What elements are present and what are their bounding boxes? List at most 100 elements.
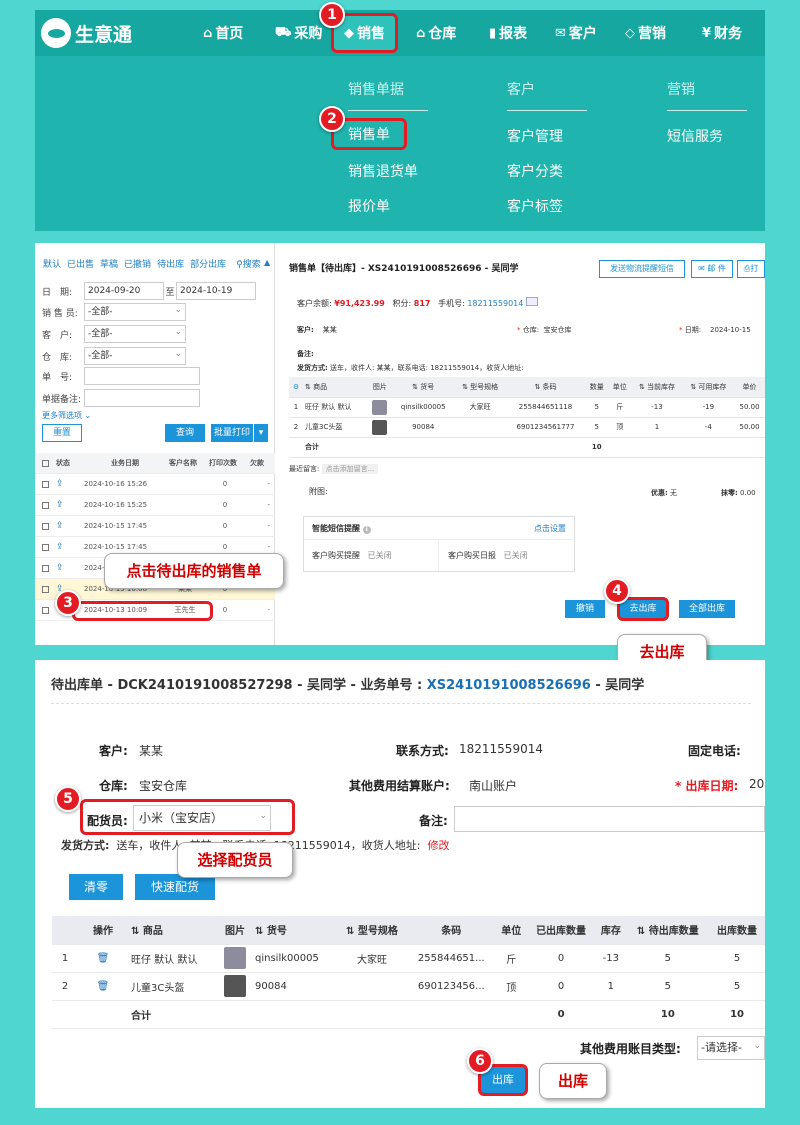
revoke-button[interactable]: 撤销 (565, 600, 605, 618)
list-item[interactable]: ⇪ 2024-10-16 15:25 0 - (35, 495, 275, 516)
menu-item-sms-service[interactable]: 短信服务 (667, 126, 723, 146)
menu-item-quotation[interactable]: 报价单 (348, 196, 390, 216)
customer-value: 某某 (139, 744, 164, 758)
menu-item-customer-manage[interactable]: 客户管理 (507, 126, 563, 146)
note-input[interactable] (84, 389, 200, 407)
delete-icon[interactable]: 🗑 (97, 953, 110, 964)
share-icon: ⇪ (56, 500, 64, 510)
outbound-items-table: 操作 ⇅ 商品 图片 ⇅ 货号 ⇅ 型号规格 条码 单位 已出库数量 库存 ⇅ 待出库数量 出库数量… (52, 916, 765, 1029)
more-filters-link[interactable]: 更多筛选项 ⌄ (42, 410, 91, 421)
table-row: 1 🗑 旺仔 默认 默认 qinsilk00005 大家旺 255844651... 斤 0-… (52, 944, 765, 973)
yen-icon: ¥ (702, 25, 712, 41)
divider (507, 110, 587, 111)
delete-icon[interactable]: 🗑 (97, 981, 110, 992)
row-print-count: 0 (222, 543, 228, 551)
send-sms-button[interactable]: 发送物流提醒短信 (599, 260, 685, 278)
sms-reminder-box: 智能短信提醒 i 点击设置 客户购买提醒 已关闭 客户购买日报 已关闭 (303, 516, 575, 572)
all-outbound-button[interactable]: 全部出库 (679, 600, 735, 618)
tag-outline-icon: ◇ (625, 25, 635, 41)
tab-draft[interactable]: 草稿 (100, 257, 118, 270)
query-button[interactable]: 查询 (165, 424, 205, 442)
tab-partial-out[interactable]: 部分出库 (190, 257, 226, 270)
ship-info: 送车，收件人: 某某，联系电话: 18211559014，收货人地址: (330, 364, 524, 372)
order-no-label: 单 号: (42, 372, 73, 383)
product-image (224, 975, 246, 997)
tab-default[interactable]: 默认 (43, 257, 61, 270)
outbound-title: 待出库单 - DCK2410191008527298 - 吴同学 - 业务单号 … (51, 678, 645, 693)
menu-item-customer-tag[interactable]: 客户标签 (507, 196, 563, 216)
order-title: 销售单【待出库】- XS2410191008526696 - 吴同学 (289, 264, 519, 274)
menu-col-header-customer: 客户 (507, 82, 535, 98)
edit-ship-link[interactable]: 修改 (428, 839, 450, 852)
note-input[interactable] (454, 806, 765, 832)
message-input[interactable]: 点击添加留言... (321, 464, 379, 474)
seller-select[interactable]: -全部- (84, 302, 186, 321)
search-link[interactable]: ⚲搜索 (236, 257, 261, 270)
mail-button[interactable]: ✉ 邮 件 (691, 260, 733, 278)
nav-home[interactable]: ⌂ 首页 (203, 10, 243, 56)
sms-setting-link[interactable]: 点击设置 (534, 523, 566, 534)
tag-icon: ◆ (344, 25, 354, 41)
product-image (372, 419, 388, 435)
collapse-icon[interactable]: ▲ (264, 258, 270, 267)
row-debt: - (267, 543, 270, 551)
menu-item-sales-return[interactable]: 销售退货单 (348, 161, 418, 181)
select-all-checkbox[interactable] (42, 459, 49, 467)
row-debt: - (267, 522, 270, 530)
nav-finance[interactable]: ¥ 财务 (702, 10, 742, 56)
list-header: 状态 业务日期 客户名称 打印次数 欠款 (35, 453, 275, 474)
cart-icon: ⛟ (275, 24, 292, 40)
customer-select[interactable]: -全部- (84, 324, 186, 343)
nav-warehouse[interactable]: ⌂ 仓库 (416, 10, 456, 56)
nav-marketing[interactable]: ◇ 营销 (625, 10, 666, 56)
order-no-input[interactable] (84, 367, 200, 385)
row-checkbox[interactable] (42, 522, 49, 530)
nav-purchase[interactable]: ⛟ 采购 (275, 10, 322, 56)
step-badge-6: 6 (467, 1048, 493, 1074)
row-debt: - (267, 606, 270, 614)
row-checkbox[interactable] (42, 480, 49, 488)
warehouse-label: 仓 库: (42, 352, 73, 363)
step-badge-2: 2 (319, 106, 345, 132)
warehouse-select[interactable]: -全部- (84, 346, 186, 365)
reset-button[interactable]: 重置 (42, 424, 82, 442)
fee-type-select[interactable]: -请选择- (697, 1035, 765, 1060)
batch-print-button[interactable]: 批量打印 (211, 424, 253, 442)
print-button[interactable]: ⎙打 (737, 260, 765, 278)
status-tabs: 默认 已出售 草稿 已撤销 待出库 部分出库 ⚲搜索 (43, 257, 261, 270)
list-item[interactable]: ⇪ 2024-10-16 15:26 0 - (35, 474, 275, 495)
step-badge-1: 1 (319, 2, 345, 28)
outbound-date-value: 20 (749, 777, 765, 791)
date-from-input[interactable]: 2024-09-20 (84, 282, 164, 300)
menu-item-customer-category[interactable]: 客户分类 (507, 161, 563, 181)
logo: 生意通 (41, 18, 132, 48)
gear-icon[interactable]: ⚙ (289, 377, 303, 398)
note-label: 单据备注: (42, 394, 82, 405)
date-to-input[interactable]: 2024-10-19 (176, 282, 256, 300)
row-checkbox[interactable] (42, 564, 49, 572)
business-no-link[interactable]: XS2410191008526696 (427, 678, 591, 693)
nav-report[interactable]: ▮ 报表 (489, 10, 527, 56)
nav-customer[interactable]: ✉ 客户 (555, 10, 597, 56)
row-checkbox[interactable] (42, 606, 49, 614)
row-checkbox[interactable] (42, 543, 49, 551)
row-checkbox[interactable] (42, 585, 49, 593)
clear-button[interactable]: 清零 (69, 874, 123, 900)
list-item[interactable]: ⇪ 2024-10-15 17:45 0 - (35, 516, 275, 537)
row-print-count: 0 (222, 522, 228, 530)
logo-icon (41, 18, 71, 48)
help-icon: i (362, 526, 371, 534)
note-label: 备注: (297, 350, 314, 358)
row-checkbox[interactable] (42, 501, 49, 509)
points: 817 (413, 299, 431, 308)
tab-revoked[interactable]: 已撤销 (124, 257, 151, 270)
batch-print-dropdown[interactable]: ▾ (254, 424, 268, 442)
tab-pending-out[interactable]: 待出库 (157, 257, 184, 270)
row-date: 2024-10-16 15:25 (84, 501, 148, 509)
product-image (372, 399, 388, 415)
table-row: 2 🗑 儿童3C头盔 90084 690123456... 顶 0 1 5 5 (52, 972, 765, 1001)
picker-select[interactable]: 小米（宝安店） (133, 804, 271, 831)
tab-sold[interactable]: 已出售 (67, 257, 94, 270)
product-image (224, 947, 246, 969)
row-date: 2024-10-15 17:45 (84, 543, 148, 551)
